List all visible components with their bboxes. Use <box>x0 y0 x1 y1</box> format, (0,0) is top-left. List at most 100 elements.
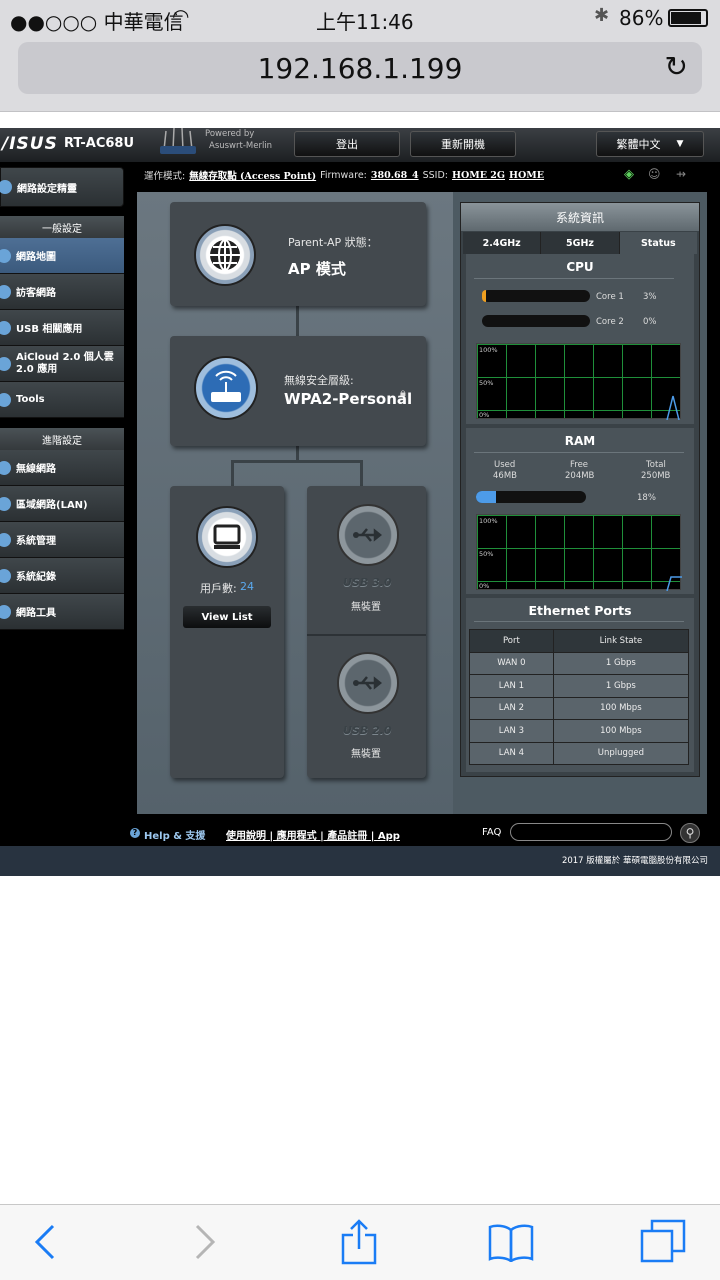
usb-status-icon[interactable]: ⇸ <box>676 167 686 181</box>
link-state: 1 Gbps <box>552 651 690 675</box>
connector-line <box>231 460 234 486</box>
sidebar-item-label: 網路地圖 <box>16 252 56 263</box>
share-button[interactable] <box>334 1217 384 1267</box>
sidebar-item-guest[interactable]: 訪客網路 <box>0 274 124 310</box>
cloud-icon <box>0 356 11 371</box>
ram-graph: 100% 50% 0% <box>476 514 682 591</box>
gear-icon <box>0 604 11 619</box>
core1-label: Core 1 <box>596 292 624 302</box>
quick-setup-label: 網路設定精靈 <box>17 183 77 195</box>
faq-search-input[interactable] <box>510 823 672 841</box>
usb2-icon <box>337 652 399 714</box>
tab-5ghz[interactable]: 5GHz <box>541 232 620 254</box>
clients-status-icon[interactable]: ☺ <box>648 167 661 181</box>
ram-bar <box>476 491 586 503</box>
core2-label: Core 2 <box>596 317 624 327</box>
tab-status[interactable]: Status <box>619 232 697 254</box>
sidebar-item-admin[interactable]: 系統管理 <box>0 522 124 558</box>
sidebar-item-wireless[interactable]: 無線網路 <box>0 450 124 486</box>
status-info-bar: 運作模式: 無線存取點 (Access Point) Firmware: 380… <box>130 162 720 188</box>
divider <box>307 634 426 636</box>
ram-used-value: 46MB <box>493 471 517 481</box>
tabs-icon <box>640 1219 686 1263</box>
link-state: 100 Mbps <box>552 696 690 720</box>
table-row: LAN 4 Unplugged <box>469 741 690 765</box>
sidebar-item-lan[interactable]: 區域網路(LAN) <box>0 486 124 522</box>
sidebar-item-label: 無線網路 <box>16 464 56 475</box>
help-link[interactable]: Help & 支援 <box>144 827 205 842</box>
core2-value: 0% <box>643 317 657 327</box>
firmware-label: Firmware: <box>320 169 367 181</box>
log-icon <box>0 568 11 583</box>
sidebar-item-label: 網路工具 <box>16 608 56 619</box>
forward-button[interactable] <box>180 1217 230 1267</box>
help-icon: ? <box>130 828 140 838</box>
sidebar-item-network-map[interactable]: 網路地圖 <box>0 238 124 274</box>
divider <box>474 452 684 453</box>
address-bar[interactable]: 192.168.1.199 ↻ <box>18 42 702 94</box>
table-row: LAN 2 100 Mbps <box>469 696 690 720</box>
logout-button[interactable]: 登出 <box>294 131 400 157</box>
security-card[interactable]: 無線安全層級: WPA2-Personal 🔒︎ <box>170 336 426 446</box>
link-state: 1 Gbps <box>552 674 690 698</box>
model-name: RT-AC68U <box>64 136 135 151</box>
connector-line <box>231 460 363 463</box>
reload-icon[interactable]: ↻ <box>665 50 688 83</box>
chevron-left-icon <box>34 1224 55 1260</box>
sidebar-item-label: 區域網路(LAN) <box>16 500 88 511</box>
wifi-status-icon[interactable]: ◈ <box>624 167 634 182</box>
asus-logo: /ISUS <box>2 134 58 154</box>
sidebar-item-tools[interactable]: Tools <box>0 382 124 418</box>
mode-link[interactable]: 無線存取點 (Access Point) <box>189 168 316 182</box>
reboot-button[interactable]: 重新開機 <box>410 131 516 157</box>
clients-card[interactable]: 用戶數: 24 View List <box>170 486 284 778</box>
ram-free-label: Free <box>570 460 589 470</box>
usb2-label: USB 2.0 <box>343 724 392 737</box>
parent-ap-card[interactable]: Parent-AP 狀態： AP 模式 <box>170 202 426 306</box>
system-info-panel: 系統資訊 2.4GHz 5GHz Status CPU Core 1 3% Co… <box>460 202 700 777</box>
ram-used-label: Used <box>494 460 516 470</box>
view-list-button[interactable]: View List <box>183 606 271 628</box>
usb-icon <box>0 320 11 335</box>
ethernet-section: Ethernet Ports Port Link State WAN 01 Gbp… <box>466 598 694 772</box>
sidebar-item-aicloud[interactable]: AiCloud 2.0 個人雲 2.0 應用 <box>0 346 124 382</box>
table-row: WAN 01 Gbps <box>469 651 690 675</box>
port-name: WAN 0 <box>469 651 554 675</box>
footer-links[interactable]: 使用說明 | 應用程式 | 產品註冊 | App <box>226 827 400 842</box>
back-button[interactable] <box>20 1217 70 1267</box>
usb-card: USB 3.0 無裝置 USB 2.0 無裝置 <box>307 486 426 778</box>
divider <box>474 278 674 279</box>
url-text: 192.168.1.199 <box>257 51 463 85</box>
general-settings-header: 一般設定 <box>0 216 124 238</box>
parent-ap-label: Parent-AP 狀態： <box>288 236 378 249</box>
sidebar-item-label: 系統管理 <box>16 536 56 547</box>
language-value: 繁體中文 <box>616 138 661 151</box>
cpu-core1-fill <box>482 290 487 302</box>
sidebar-item-syslog[interactable]: 系統紀錄 <box>0 558 124 594</box>
share-icon <box>341 1219 377 1265</box>
link-state: 100 Mbps <box>552 719 690 743</box>
clock: 上午11:46 <box>316 10 414 34</box>
ssid-link-2[interactable]: HOME <box>509 170 544 181</box>
firmware-link[interactable]: 380.68_4 <box>371 170 419 181</box>
usb3-status: 無裝置 <box>351 602 381 613</box>
ssid-link-1[interactable]: HOME 2G <box>452 170 505 181</box>
language-select[interactable]: 繁體中文 ▼ <box>596 131 704 157</box>
safari-toolbar <box>0 1204 720 1280</box>
port-name: LAN 3 <box>469 719 554 743</box>
bookmarks-button[interactable] <box>486 1217 536 1267</box>
core1-value: 3% <box>643 292 657 302</box>
sidebar-quick-setup[interactable]: 網路設定精靈 <box>0 167 124 207</box>
sidebar-item-usb[interactable]: USB 相關應用 <box>0 310 124 346</box>
ram-free-value: 204MB <box>565 471 595 481</box>
tabs-button[interactable] <box>638 1217 688 1267</box>
port-name: LAN 1 <box>469 674 554 698</box>
cpu-graph: 100% 50% 0% <box>476 343 681 420</box>
lan-icon <box>0 496 11 511</box>
cpu-section: CPU Core 1 3% Core 2 0% 100% 50% 0% <box>466 254 694 424</box>
sidebar-item-network-tools[interactable]: 網路工具 <box>0 594 124 630</box>
router-footer: ? Help & 支援 使用說明 | 應用程式 | 產品註冊 | App FAQ… <box>130 822 720 846</box>
search-icon[interactable]: ⚲ <box>680 823 700 843</box>
tab-2-4ghz[interactable]: 2.4GHz <box>463 232 542 254</box>
cpu-core1-bar <box>482 290 590 302</box>
